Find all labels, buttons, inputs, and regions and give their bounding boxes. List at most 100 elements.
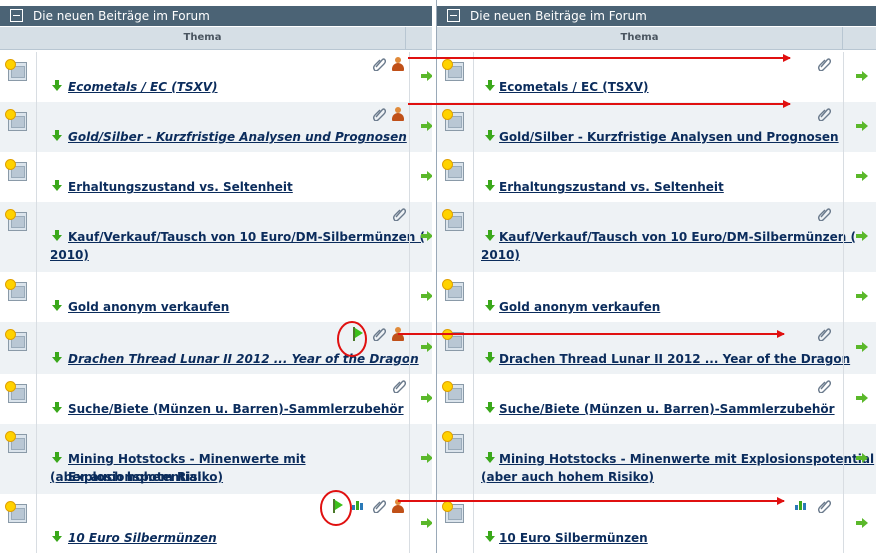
green-right-arrow-icon[interactable] [856,171,868,181]
thread-icon-cell [437,494,474,553]
thread-title-link[interactable]: Gold/Silber - Kurzfristige Analysen und … [68,128,407,146]
thread-title-link[interactable]: Kauf/Verkauf/Tausch von 10 Euro/DM-Silbe… [499,228,856,246]
green-down-arrow-icon[interactable] [485,80,495,91]
paperclip-icon[interactable] [372,327,387,342]
thread-title-link[interactable]: Suche/Biete (Münzen u. Barren)-Sammlerzu… [68,400,404,418]
thread-icon-cell [0,322,37,374]
thread-icon [442,381,464,403]
thread-title-link[interactable]: 10 Euro Silbermünzen [68,529,217,547]
thread-title-link[interactable]: Drachen Thread Lunar II 2012 ... Year of… [68,350,419,368]
forum-panel-left: Die neuen Beiträge im Forum Thema Ecomet… [0,0,432,553]
green-right-arrow-icon[interactable] [421,231,432,241]
green-down-arrow-icon[interactable] [52,402,62,413]
column-header-thema[interactable]: Thema [437,27,842,49]
green-right-arrow-icon[interactable] [856,393,868,403]
collapse-icon[interactable] [447,9,460,22]
green-down-arrow-icon[interactable] [485,230,495,241]
user-icon[interactable] [392,327,404,341]
green-right-arrow-icon[interactable] [421,393,432,403]
green-down-arrow-icon[interactable] [52,230,62,241]
paperclip-icon[interactable] [372,107,387,122]
paperclip-icon[interactable] [817,379,832,394]
green-right-arrow-icon[interactable] [421,121,432,131]
green-down-arrow-icon[interactable] [52,300,62,311]
paperclip-icon[interactable] [817,327,832,342]
paperclip-icon[interactable] [372,57,387,72]
thread-title-link[interactable]: Kauf/Verkauf/Tausch von 10 Euro/DM-Silbe… [68,228,425,246]
green-right-arrow-icon[interactable] [421,518,432,528]
bar-chart-icon[interactable] [795,499,807,510]
paperclip-icon[interactable] [817,107,832,122]
thread-icon-cell [437,52,474,102]
thread-title-link[interactable]: Gold/Silber - Kurzfristige Analysen und … [499,128,839,146]
thread-title-link[interactable]: Erhaltungszustand vs. Seltenheit [499,178,724,196]
green-down-arrow-icon[interactable] [485,352,495,363]
green-right-arrow-icon[interactable] [856,231,868,241]
user-icon[interactable] [392,499,404,513]
thread-title-link[interactable]: Suche/Biete (Münzen u. Barren)-Sammlerzu… [499,400,835,418]
paperclip-icon[interactable] [817,57,832,72]
green-right-arrow-icon[interactable] [856,121,868,131]
paperclip-icon[interactable] [817,499,832,514]
user-icon[interactable] [392,107,404,121]
green-right-arrow-icon[interactable] [421,291,432,301]
thread-icon [442,159,464,181]
paperclip-icon[interactable] [817,207,832,222]
green-down-arrow-icon[interactable] [52,80,62,91]
bar-chart-icon[interactable] [352,499,364,510]
thread-title-link[interactable]: Drachen Thread Lunar II 2012 ... Year of… [499,350,850,368]
thread-icon [442,329,464,351]
thread-title-link[interactable]: Mining Hotstocks - Minenwerte mit Explos… [499,450,874,468]
thread-icon [442,431,464,453]
green-right-arrow-icon[interactable] [856,518,868,528]
user-icon[interactable] [392,57,404,71]
green-down-arrow-icon[interactable] [485,180,495,191]
green-down-arrow-icon[interactable] [52,531,62,542]
green-flag-icon[interactable] [352,327,364,341]
thread-title-link[interactable]: Ecometals / EC (TSXV) [499,78,649,96]
green-down-arrow-icon[interactable] [52,352,62,363]
thread-row: 10 Euro Silbermünzen [0,494,432,553]
green-right-arrow-icon[interactable] [856,342,868,352]
green-down-arrow-icon[interactable] [485,452,495,463]
thread-title-link-continued[interactable]: (aber auch hohem Risiko) [50,468,223,486]
forum-panel-right: Die neuen Beiträge im Forum Thema Ecomet… [436,0,876,553]
paperclip-icon[interactable] [372,499,387,514]
thread-title-link-continued[interactable]: (aber auch hohem Risiko) [481,468,654,486]
goto-cell [409,424,432,494]
thread-title-link[interactable]: Gold anonym verkaufen [68,298,229,316]
thread-title-link[interactable]: Gold anonym verkaufen [499,298,660,316]
green-down-arrow-icon[interactable] [485,531,495,542]
green-down-arrow-icon[interactable] [52,452,62,463]
thread-icon [442,501,464,523]
paperclip-icon[interactable] [392,379,407,394]
green-right-arrow-icon[interactable] [421,171,432,181]
paperclip-icon[interactable] [392,207,407,222]
green-right-arrow-icon[interactable] [421,453,432,463]
green-down-arrow-icon[interactable] [52,130,62,141]
green-down-arrow-icon[interactable] [485,402,495,413]
thread-row: Suche/Biete (Münzen u. Barren)-Sammlerzu… [437,374,876,424]
goto-cell [843,322,876,374]
green-right-arrow-icon[interactable] [856,291,868,301]
green-down-arrow-icon[interactable] [485,130,495,141]
green-down-arrow-icon[interactable] [52,180,62,191]
thread-title-link[interactable]: Erhaltungszustand vs. Seltenheit [68,178,293,196]
green-down-arrow-icon[interactable] [485,300,495,311]
green-right-arrow-icon[interactable] [856,71,868,81]
thread-row: Erhaltungszustand vs. Seltenheit [437,152,876,202]
thread-title-link[interactable]: 10 Euro Silbermünzen [499,529,648,547]
goto-cell [843,494,876,553]
column-header-thema[interactable]: Thema [0,27,405,49]
green-right-arrow-icon[interactable] [421,342,432,352]
goto-cell [409,152,432,202]
thread-title-link-continued[interactable]: 2010) [50,246,89,264]
green-right-arrow-icon[interactable] [856,453,868,463]
thread-icon [442,279,464,301]
thread-title-link-continued[interactable]: 2010) [481,246,520,264]
green-flag-icon[interactable] [332,499,344,513]
green-right-arrow-icon[interactable] [421,71,432,81]
collapse-icon[interactable] [10,9,23,22]
forum-header-title: Die neuen Beiträge im Forum [470,9,647,23]
thread-title-link[interactable]: Ecometals / EC (TSXV) [68,78,218,96]
